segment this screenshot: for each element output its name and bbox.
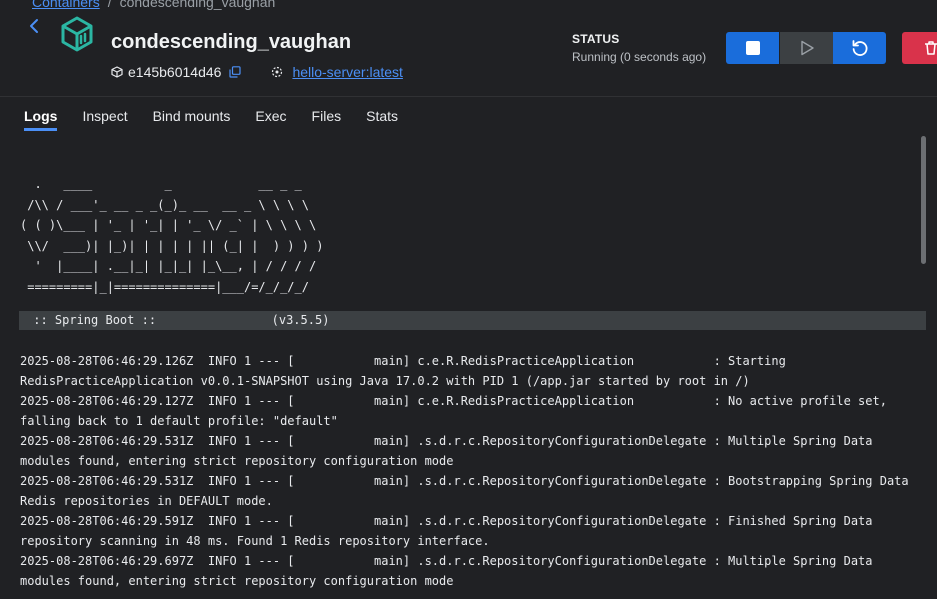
tab-bind-mounts[interactable]: Bind mounts <box>153 108 231 131</box>
breadcrumb-current: condescending_vaughan <box>119 0 276 10</box>
breadcrumb-containers-link[interactable]: Containers <box>32 0 100 10</box>
container-name: condescending_vaughan <box>111 31 352 53</box>
stop-icon <box>745 41 760 55</box>
log-line: modules found, entering strict repositor… <box>20 574 454 588</box>
log-lines: 2025-08-28T06:46:29.126Z INFO 1 --- [ ma… <box>20 351 920 591</box>
log-scrollbar[interactable] <box>921 136 927 599</box>
scrollbar-thumb[interactable] <box>921 136 926 264</box>
log-line: RedisPracticeApplication v0.0.1-SNAPSHOT… <box>20 374 750 388</box>
tab-inspect[interactable]: Inspect <box>82 108 127 131</box>
breadcrumb-separator: / <box>107 0 112 10</box>
log-line: Redis repositories in DEFAULT mode. <box>20 494 273 508</box>
log-line: 2025-08-28T06:46:29.591Z INFO 1 --- [ ma… <box>20 514 873 528</box>
log-line: falling back to 1 default profile: "defa… <box>20 414 338 428</box>
log-line: 2025-08-28T06:46:29.531Z INFO 1 --- [ ma… <box>20 434 873 448</box>
tab-logs[interactable]: Logs <box>24 108 58 131</box>
play-icon <box>800 40 814 56</box>
tab-exec[interactable]: Exec <box>255 108 286 131</box>
start-button[interactable] <box>780 32 833 64</box>
log-line: modules found, entering strict repositor… <box>20 454 454 468</box>
spring-ascii-banner: . ____ _ __ _ _ /\\ / ___'_ __ _ _(_)_ _… <box>20 177 324 294</box>
log-output[interactable]: . ____ _ __ _ _ /\\ / ___'_ __ _ _(_)_ _… <box>0 136 926 599</box>
spring-boot-version-line: :: Spring Boot :: (v3.5.5) <box>26 313 330 327</box>
log-line: 2025-08-28T06:46:29.126Z INFO 1 --- [ ma… <box>20 354 786 368</box>
status-block: STATUS Running (0 seconds ago) <box>572 32 706 64</box>
chevron-left-icon <box>30 19 38 33</box>
log-line: repository scanning in 48 ms. Found 1 Re… <box>20 534 490 548</box>
stop-button[interactable] <box>726 32 779 64</box>
restart-icon <box>852 40 867 56</box>
breadcrumb: Containers / condescending_vaughan <box>32 0 275 10</box>
back-button[interactable] <box>24 16 44 36</box>
status-value: Running (0 seconds ago) <box>572 50 707 64</box>
tab-files[interactable]: Files <box>312 108 342 131</box>
restart-button[interactable] <box>833 32 886 64</box>
image-link[interactable]: hello-server:latest <box>292 64 403 80</box>
cube-icon <box>111 66 123 78</box>
copy-icon[interactable] <box>229 66 242 78</box>
header-divider <box>0 96 937 97</box>
delete-button[interactable] <box>902 32 937 64</box>
image-icon <box>272 66 283 78</box>
status-label: STATUS <box>572 32 620 46</box>
tab-bar: Logs Inspect Bind mounts Exec Files Stat… <box>24 108 423 131</box>
log-line: 2025-08-28T06:46:29.697Z INFO 1 --- [ ma… <box>20 554 873 568</box>
log-line: 2025-08-28T06:46:29.127Z INFO 1 --- [ ma… <box>20 394 887 408</box>
container-id: e145b6014d46 <box>128 64 222 80</box>
trash-icon <box>925 41 937 55</box>
tab-stats[interactable]: Stats <box>366 108 398 131</box>
container-meta: e145b6014d46 hello-server:latest <box>111 64 403 80</box>
container-icon <box>60 16 94 52</box>
log-line: 2025-08-28T06:46:29.531Z INFO 1 --- [ ma… <box>20 474 909 488</box>
container-header: condescending_vaughan e145b6014d46 hello… <box>0 16 937 96</box>
